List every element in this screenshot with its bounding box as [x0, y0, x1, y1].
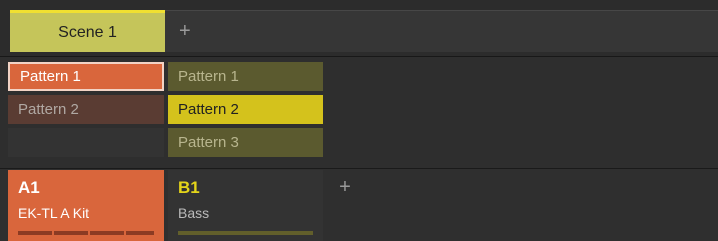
add-group-button[interactable]: + [330, 172, 360, 202]
group-name: EK-TL A Kit [18, 205, 90, 221]
pattern-a1[interactable]: Pattern 1 [8, 62, 164, 91]
pattern-b1[interactable]: Pattern 1 [168, 62, 323, 91]
group-b1[interactable]: B1 Bass [168, 170, 323, 241]
group-color-strip [18, 231, 154, 235]
group-id: A1 [18, 178, 40, 197]
pattern-label: Pattern 2 [178, 101, 239, 118]
pattern-label: Pattern 1 [20, 68, 81, 85]
pattern-label: Pattern 3 [178, 134, 239, 151]
add-scene-button[interactable]: + [165, 10, 718, 52]
group-color-strip [178, 231, 313, 235]
group-id: B1 [178, 178, 200, 197]
pattern-label: Pattern 1 [178, 68, 239, 85]
pattern-a-empty[interactable] [8, 128, 164, 157]
pattern-b2[interactable]: Pattern 2 [168, 95, 323, 124]
pattern-label: Pattern 2 [18, 101, 79, 118]
plus-icon: + [179, 20, 191, 42]
group-name: Bass [178, 205, 210, 221]
scene-tab-label: Scene 1 [58, 23, 117, 41]
pattern-a2[interactable]: Pattern 2 [8, 95, 164, 124]
scene-tab-1[interactable]: Scene 1 [10, 10, 165, 52]
group-a1[interactable]: A1 EK-TL A Kit [8, 170, 164, 241]
plus-icon: + [339, 175, 351, 198]
pattern-b3[interactable]: Pattern 3 [168, 128, 323, 157]
